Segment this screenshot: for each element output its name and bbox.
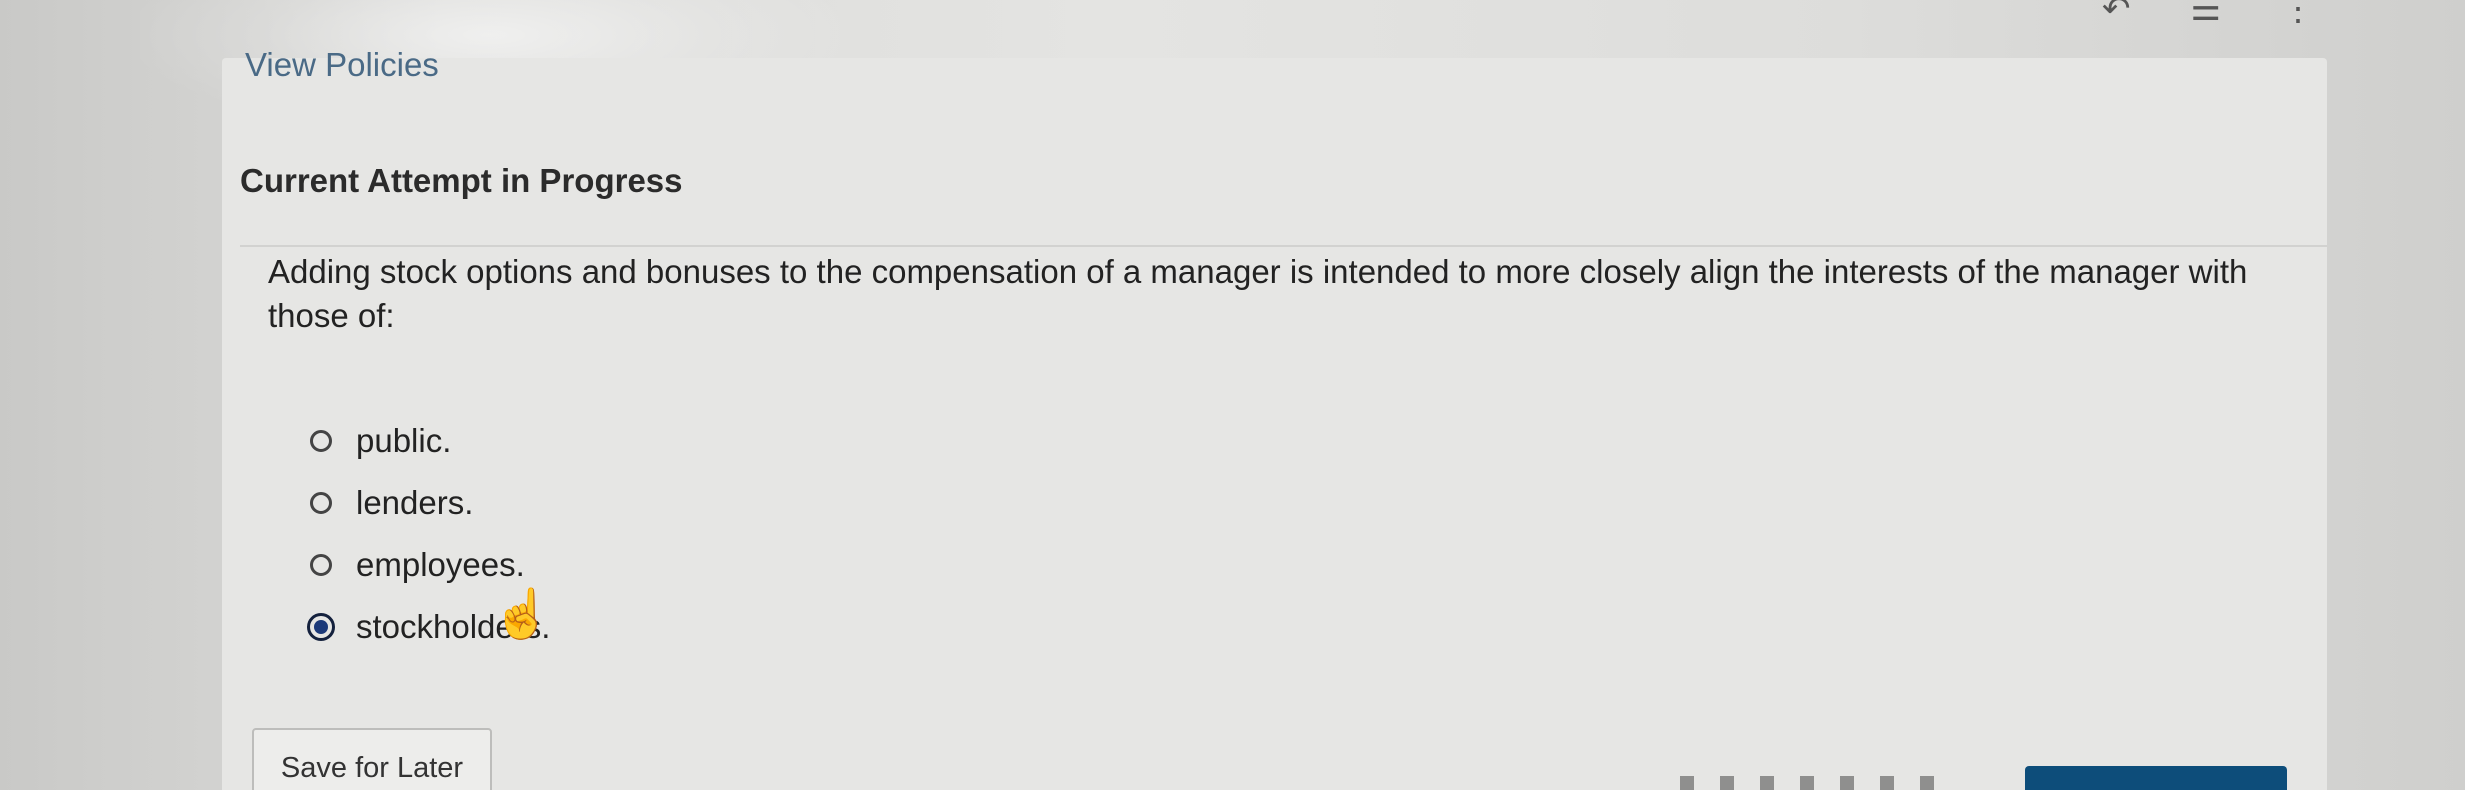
attempt-title: Current Attempt in Progress (240, 162, 683, 199)
option-stockholders[interactable]: stockholders. (307, 596, 551, 658)
option-employees[interactable]: employees. (310, 534, 550, 596)
option-label: employees. (356, 546, 525, 583)
attempts-indicator (1680, 776, 1960, 790)
undo-icon[interactable]: ↶ (2102, 0, 2131, 26)
more-vertical-icon[interactable]: ⋮ (2281, 0, 2315, 26)
radio-employees[interactable] (310, 554, 332, 576)
view-policies-link[interactable]: View Policies (245, 46, 439, 84)
topbar-icons: ↶ ☰ ⋮ (2102, 0, 2315, 26)
list-icon[interactable]: ☰ (2191, 0, 2221, 26)
option-lenders[interactable]: lenders. (310, 472, 550, 534)
option-label: stockholders. (356, 608, 551, 645)
radio-public[interactable] (310, 430, 332, 452)
radio-stockholders-selected[interactable] (307, 613, 335, 641)
option-label: public. (356, 422, 452, 459)
question-text: Adding stock options and bonuses to the … (268, 253, 2248, 334)
option-label: lenders. (356, 484, 474, 521)
screen: ↶ ☰ ⋮ View Policies Current Attempt in P… (0, 0, 2465, 790)
radio-lenders[interactable] (310, 492, 332, 514)
answer-options: public. lenders. employees. stockholders… (307, 410, 551, 658)
option-public[interactable]: public. (310, 410, 550, 472)
divider (240, 245, 2340, 247)
save-for-later-button[interactable]: Save for Later (252, 728, 492, 790)
submit-button[interactable] (2025, 766, 2287, 790)
